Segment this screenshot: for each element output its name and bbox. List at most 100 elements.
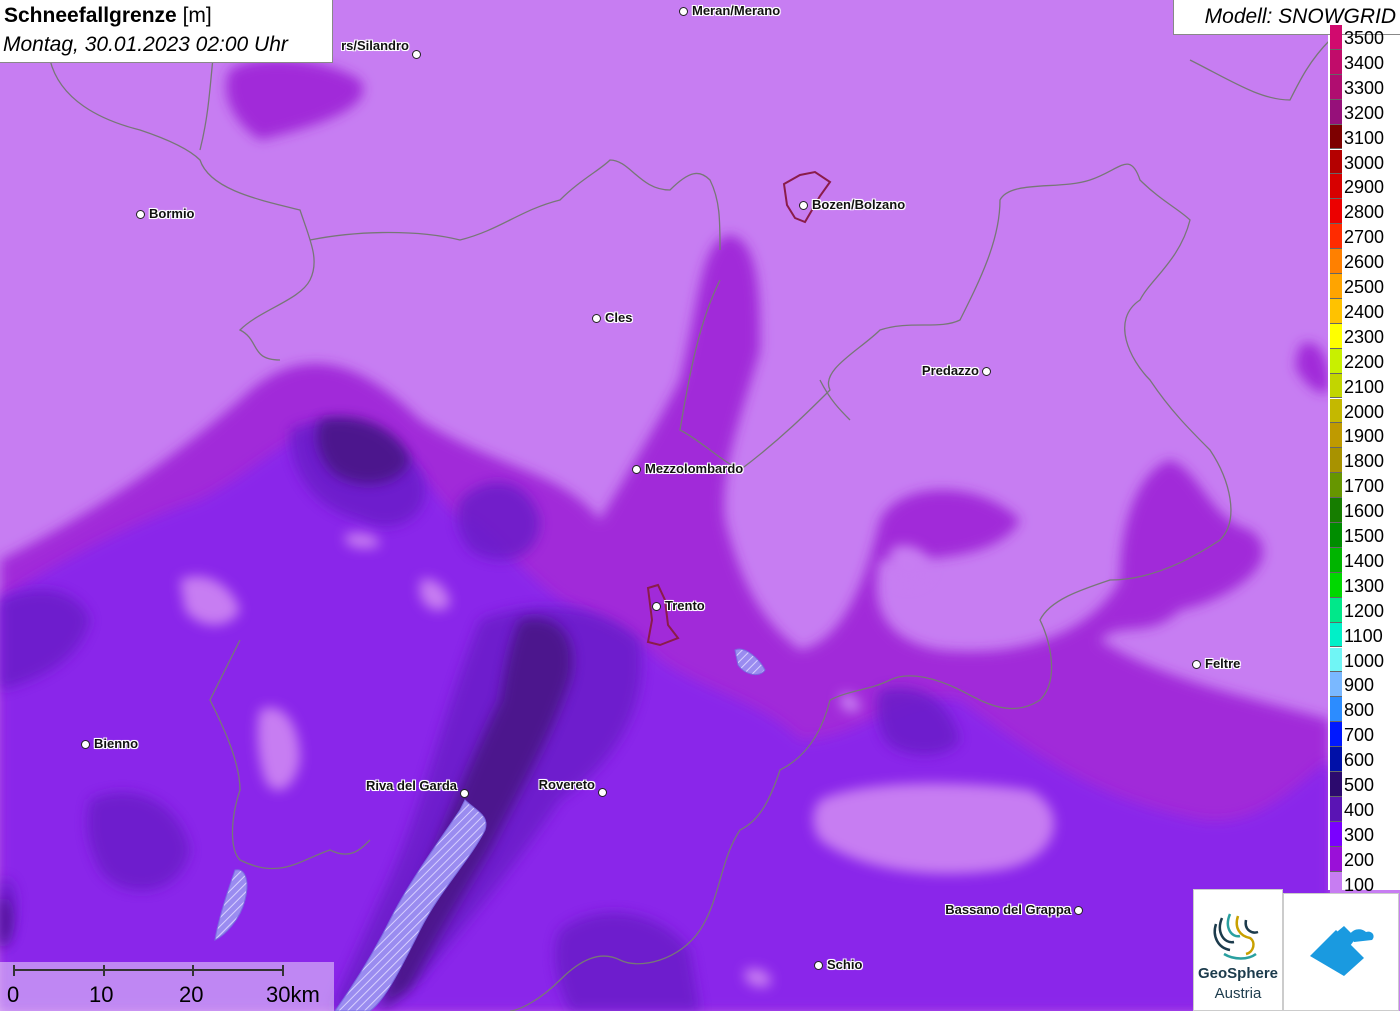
place-label[interactable]: Mezzolombardo — [645, 461, 743, 476]
legend-label: 2200 — [1344, 351, 1385, 372]
place-label[interactable]: Bozen/Bolzano — [812, 197, 905, 212]
place-label[interactable]: Trento — [665, 598, 705, 613]
scale-label-0: 0 — [7, 982, 20, 1007]
place-label[interactable]: Feltre — [1205, 656, 1240, 671]
place-dot[interactable] — [81, 740, 90, 749]
legend-row-1000: 1000 — [1328, 647, 1400, 673]
color-legend: 3500 3400 3300 3200 3100 3000 2900 2800 2700 2600… — [1328, 25, 1400, 897]
legend-row-2500: 2500 — [1328, 274, 1400, 299]
legend-swatch — [1330, 423, 1342, 449]
legend-row-1300: 1300 — [1328, 572, 1400, 598]
place-label[interactable]: Schio — [827, 957, 862, 972]
place-dot[interactable] — [679, 7, 688, 16]
snowgrid-logo[interactable] — [1283, 893, 1399, 1011]
legend-swatch — [1330, 796, 1342, 822]
place-dot[interactable] — [632, 465, 641, 474]
legend-row-2000: 2000 — [1328, 398, 1400, 424]
scale-label-10: 10 — [89, 982, 114, 1007]
place-dot[interactable] — [1074, 906, 1083, 915]
legend-swatch — [1330, 224, 1342, 250]
legend-swatch — [1330, 821, 1342, 847]
place-label[interactable]: Bienno — [94, 736, 138, 751]
mountain-snow-icon — [1310, 926, 1374, 976]
legend-row-1600: 1600 — [1328, 498, 1400, 523]
legend-row-3100: 3100 — [1328, 124, 1400, 150]
legend-swatch — [1330, 373, 1342, 399]
legend-label: 2400 — [1344, 301, 1385, 322]
place-dot[interactable] — [982, 367, 991, 376]
legend-row-2200: 2200 — [1328, 348, 1400, 374]
legend-label: 2800 — [1344, 202, 1385, 223]
legend-label: 500 — [1344, 775, 1375, 795]
legend-swatch — [1330, 622, 1342, 648]
legend-row-3200: 3200 — [1328, 99, 1400, 125]
legend-row-500: 500 — [1328, 772, 1400, 797]
legend-row-800: 800 — [1328, 697, 1400, 723]
legend-label: 1400 — [1344, 550, 1385, 571]
place-dot[interactable] — [1192, 660, 1201, 669]
map-title-box: Schneefallgrenze [m] Montag, 30.01.2023 … — [0, 0, 333, 63]
place-dot[interactable] — [598, 788, 607, 797]
legend-row-2100: 2100 — [1328, 373, 1400, 399]
legend-swatch — [1330, 398, 1342, 424]
legend-swatch — [1330, 672, 1342, 698]
legend-swatch — [1330, 747, 1342, 772]
legend-row-1500: 1500 — [1328, 523, 1400, 548]
legend-label: 2300 — [1344, 326, 1385, 347]
legend-swatch — [1330, 597, 1342, 623]
legend-swatch — [1330, 572, 1342, 598]
legend-swatch — [1330, 149, 1342, 175]
legend-swatch — [1330, 846, 1342, 872]
legend-swatch — [1330, 697, 1342, 723]
legend-label: 300 — [1344, 824, 1375, 845]
legend-swatch — [1330, 647, 1342, 673]
legend-swatch — [1330, 124, 1342, 150]
map-title: Schneefallgrenze [m] — [4, 4, 212, 28]
legend-label: 2600 — [1344, 252, 1385, 273]
geosphere-logo-icon — [1213, 913, 1259, 960]
legend-label: 3200 — [1344, 102, 1385, 123]
legend-swatch — [1330, 74, 1342, 100]
legend-label: 1300 — [1344, 575, 1385, 596]
legend-label: 1200 — [1344, 600, 1385, 621]
legend-row-1800: 1800 — [1328, 448, 1400, 474]
place-label[interactable]: Cles — [605, 310, 632, 325]
legend-label: 2100 — [1344, 376, 1385, 397]
geosphere-austria-logo[interactable]: GeoSphere Austria — [1193, 889, 1283, 1011]
legend-swatch — [1330, 174, 1342, 200]
place-label[interactable]: Rovereto — [539, 777, 595, 792]
legend-swatch — [1330, 99, 1342, 125]
place-label[interactable]: Bormio — [149, 206, 195, 221]
snowfall-line-map[interactable] — [0, 0, 1400, 1011]
place-dot[interactable] — [412, 50, 421, 59]
legend-row-1700: 1700 — [1328, 473, 1400, 499]
place-dot[interactable] — [460, 789, 469, 798]
legend-label: 1600 — [1344, 501, 1385, 522]
legend-row-3000: 3000 — [1328, 149, 1400, 175]
place-label[interactable]: Bassano del Grappa — [945, 902, 1071, 917]
place-dot[interactable] — [799, 201, 808, 210]
place-dot[interactable] — [652, 602, 661, 611]
legend-row-700: 700 — [1328, 722, 1400, 748]
legend-row-200: 200 — [1328, 846, 1400, 872]
legend-swatch — [1330, 772, 1342, 797]
legend-label: 800 — [1344, 700, 1375, 721]
place-label[interactable]: Meran/Merano — [692, 3, 780, 18]
legend-label: 900 — [1344, 675, 1375, 696]
legend-row-1200: 1200 — [1328, 597, 1400, 623]
place-dot[interactable] — [814, 961, 823, 970]
legend-row-3400: 3400 — [1328, 49, 1400, 75]
legend-label: 1900 — [1344, 426, 1385, 447]
legend-label: 1700 — [1344, 476, 1385, 497]
place-dot[interactable] — [136, 210, 145, 219]
legend-label: 400 — [1344, 799, 1375, 820]
scale-label-20: 20 — [179, 982, 204, 1007]
place-label[interactable]: Riva del Garda — [366, 778, 457, 793]
place-label[interactable]: Predazzo — [922, 363, 979, 378]
legend-label: 2500 — [1344, 277, 1385, 297]
legend-swatch — [1330, 49, 1342, 75]
place-label[interactable]: rs/Silandro — [341, 38, 409, 53]
place-dot[interactable] — [592, 314, 601, 323]
legend-label: 1100 — [1344, 625, 1383, 646]
legend-swatch — [1330, 498, 1342, 523]
